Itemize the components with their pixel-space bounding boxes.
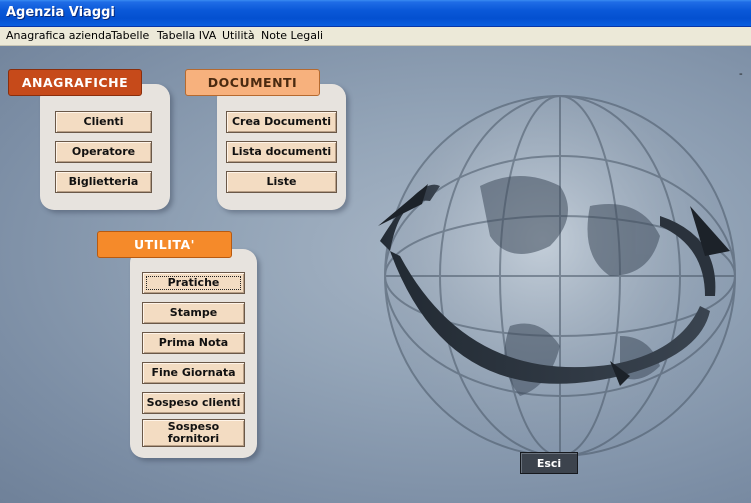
menu-anagrafica-azienda[interactable]: Anagrafica azienda	[6, 29, 112, 42]
prima-nota-button[interactable]: Prima Nota	[142, 332, 245, 354]
menu-tabelle[interactable]: Tabelle	[111, 29, 149, 42]
menu-utilita[interactable]: Utilità	[222, 29, 255, 42]
sospeso-fornitori-button[interactable]: Sospeso fornitori	[142, 419, 245, 447]
esci-button[interactable]: Esci	[520, 452, 578, 474]
liste-button[interactable]: Liste	[226, 171, 337, 193]
lista-documenti-button[interactable]: Lista documenti	[226, 141, 337, 163]
documenti-tag: DOCUMENTI	[185, 69, 320, 96]
menu-note-legali[interactable]: Note Legali	[261, 29, 323, 42]
utilita-tag: UTILITA'	[97, 231, 232, 258]
anagrafiche-tag: ANAGRAFICHE	[8, 69, 142, 96]
title-bar[interactable]: Agenzia Viaggi	[0, 0, 751, 27]
corner-dash: -	[739, 68, 743, 80]
clienti-button[interactable]: Clienti	[55, 111, 152, 133]
sospeso-clienti-button[interactable]: Sospeso clienti	[142, 392, 245, 414]
main-area: - ANAGRAFICHE Clienti Operatore Bigliett…	[0, 46, 751, 503]
stampe-button[interactable]: Stampe	[142, 302, 245, 324]
operatore-button[interactable]: Operatore	[55, 141, 152, 163]
window-title: Agenzia Viaggi	[6, 5, 115, 20]
pratiche-button[interactable]: Pratiche	[142, 272, 245, 294]
crea-documenti-button[interactable]: Crea Documenti	[226, 111, 337, 133]
globe-background-icon	[378, 95, 736, 457]
menu-tabella-iva[interactable]: Tabella IVA	[157, 29, 216, 42]
fine-giornata-button[interactable]: Fine Giornata	[142, 362, 245, 384]
biglietteria-button[interactable]: Biglietteria	[55, 171, 152, 193]
menu-bar: Anagrafica azienda Tabelle Tabella IVA U…	[0, 27, 751, 46]
